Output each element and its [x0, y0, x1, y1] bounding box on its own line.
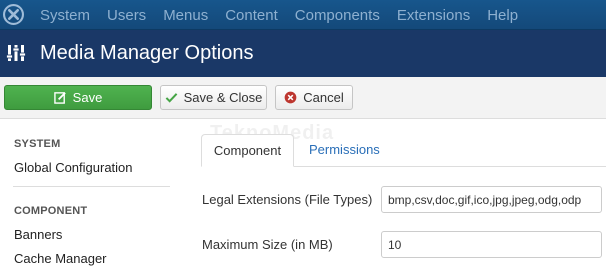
menu-menus[interactable]: Menus: [163, 7, 208, 24]
legal-extensions-input[interactable]: [381, 186, 602, 213]
toolbar: Save Save & Close Cancel: [0, 77, 606, 119]
tab-component[interactable]: Component: [201, 134, 294, 167]
menu-system[interactable]: System: [40, 7, 90, 24]
main-menu: System Users Menus Content Components Ex…: [40, 0, 535, 30]
menu-extensions[interactable]: Extensions: [397, 7, 470, 24]
max-size-label: Maximum Size (in MB): [202, 237, 333, 252]
menu-content[interactable]: Content: [225, 7, 278, 24]
options-sliders-icon: [6, 45, 26, 61]
edit-icon: [53, 92, 66, 104]
menu-users[interactable]: Users: [107, 7, 146, 24]
joomla-logo-icon[interactable]: [3, 4, 24, 25]
save-label: Save: [72, 90, 103, 105]
page-title: Media Manager Options: [40, 42, 254, 64]
legal-extensions-label: Legal Extensions (File Types): [202, 192, 373, 207]
menu-help[interactable]: Help: [487, 7, 518, 24]
checkmark-icon: [165, 93, 177, 103]
sidebar-item-global-configuration[interactable]: Global Configuration: [14, 160, 133, 175]
page-header: Media Manager Options: [0, 30, 606, 77]
save-close-button[interactable]: Save & Close: [160, 85, 267, 110]
sidebar-heading-component: COMPONENT: [14, 205, 88, 217]
save-button[interactable]: Save: [4, 85, 152, 110]
sidebar-heading-system: SYSTEM: [14, 138, 61, 150]
sidebar-item-cache-manager[interactable]: Cache Manager: [14, 251, 107, 266]
menu-components[interactable]: Components: [295, 7, 380, 24]
max-size-input[interactable]: [381, 231, 602, 258]
save-close-label: Save & Close: [183, 90, 263, 105]
cancel-circle-icon: [284, 91, 297, 104]
sidebar-item-banners[interactable]: Banners: [14, 227, 62, 242]
top-navbar: System Users Menus Content Components Ex…: [0, 0, 606, 30]
cancel-label: Cancel: [303, 90, 344, 105]
sidebar-divider: [13, 186, 170, 187]
cancel-button[interactable]: Cancel: [275, 85, 353, 110]
tab-permissions[interactable]: Permissions: [309, 142, 380, 157]
